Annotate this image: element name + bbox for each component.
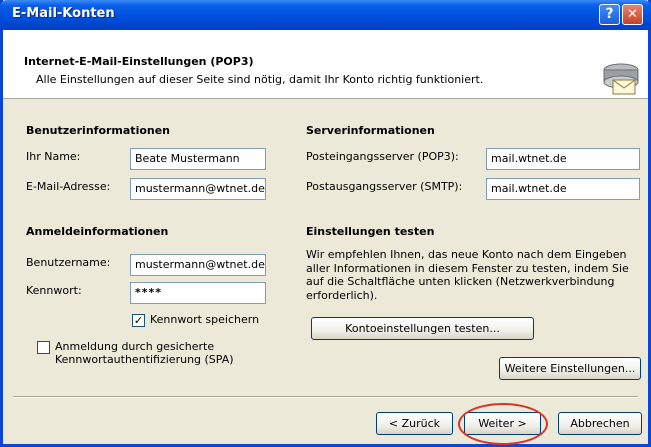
close-button[interactable]: ✕ [622,4,643,25]
login-info-heading: Anmeldeinformationen [26,225,169,238]
name-label: Ihr Name: [26,150,81,163]
next-highlight-circle [458,403,548,445]
footer-separator [13,396,638,398]
username-field[interactable]: mustermann@wtnet.de [130,254,266,276]
email-accounts-window: E-Mail-Konten ? ✕ Internet-E-Mail-Einste… [0,0,651,447]
page-title: Internet-E-Mail-Einstellungen (POP3) [24,55,254,68]
test-settings-description: Wir empfehlen Ihnen, das neue Konto nach… [306,248,629,302]
spa-label-line1: Anmeldung durch gesicherte [55,340,215,353]
password-label: Kennwort: [26,284,82,297]
test-settings-heading: Einstellungen testen [306,225,435,238]
save-password-label: Kennwort speichern [150,313,260,326]
incoming-server-label: Posteingangsserver (POP3): [306,150,459,163]
name-field[interactable]: Beate Mustermann [130,148,266,170]
spa-checkbox[interactable] [37,341,50,354]
mail-server-icon [603,63,639,95]
email-label: E-Mail-Adresse: [26,180,111,193]
title-bar[interactable]: E-Mail-Konten ? ✕ [0,0,651,30]
outgoing-server-label: Postausgangsserver (SMTP): [306,180,463,193]
outgoing-server-field[interactable]: mail.wtnet.de [486,178,640,200]
save-password-checkbox[interactable]: ✓ [132,314,145,327]
back-button[interactable]: < Zurück [376,412,453,435]
username-label: Benutzername: [26,256,111,269]
page-subtitle: Alle Einstellungen auf dieser Seite sind… [36,73,484,86]
test-account-button[interactable]: Kontoeinstellungen testen... [311,317,534,340]
spa-label-line2: Kennwortauthentifizierung (SPA) [55,353,234,366]
email-field[interactable]: mustermann@wtnet.de [130,178,266,200]
help-button[interactable]: ? [599,4,620,25]
server-info-heading: Serverinformationen [306,124,435,137]
incoming-server-field[interactable]: mail.wtnet.de [486,148,640,170]
password-field[interactable]: **** [130,282,266,304]
user-info-heading: Benutzerinformationen [26,124,171,137]
more-settings-button[interactable]: Weitere Einstellungen... [499,357,641,380]
window-title: E-Mail-Konten [12,6,115,21]
cancel-button[interactable]: Abbrechen [558,412,642,435]
